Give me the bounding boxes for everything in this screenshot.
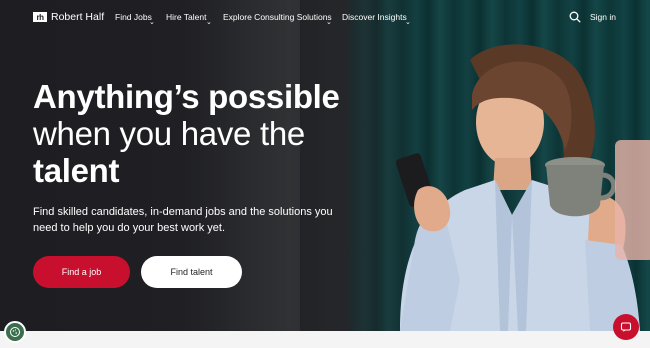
hero-title-line1: Anything’s possible xyxy=(33,78,340,115)
logo-text: Robert Half xyxy=(51,11,105,23)
hero-photo-woman xyxy=(395,44,650,331)
nav-find-jobs[interactable]: Find Jobs xyxy=(115,12,152,22)
chevron-down-icon[interactable]: ⌄ xyxy=(405,18,411,26)
chevron-down-icon[interactable]: ⌄ xyxy=(149,18,155,26)
nav-discover-insights[interactable]: Discover Insights xyxy=(342,12,407,22)
top-navigation: rh Robert Half Find Jobs ⌄ Hire Talent ⌄… xyxy=(0,0,650,34)
brand-logo[interactable]: rh Robert Half xyxy=(33,11,104,23)
nav-explore-consulting[interactable]: Explore Consulting Solutions xyxy=(223,12,332,22)
search-icon[interactable] xyxy=(569,11,581,23)
hero-subtitle: Find skilled candidates, in-demand jobs … xyxy=(33,206,333,234)
nav-hire-talent[interactable]: Hire Talent xyxy=(166,12,206,22)
chevron-down-icon[interactable]: ⌄ xyxy=(326,18,332,26)
page-bottom-strip xyxy=(0,331,650,348)
find-a-job-button[interactable]: Find a job xyxy=(33,256,130,288)
cookie-icon[interactable] xyxy=(4,321,26,343)
hero-title-line2: when you have the xyxy=(33,115,305,152)
hero-title: Anything’s possible when you have the ta… xyxy=(33,78,373,189)
find-talent-button[interactable]: Find talent xyxy=(141,256,242,288)
chat-icon[interactable] xyxy=(613,314,639,340)
sign-in-link[interactable]: Sign in xyxy=(590,12,616,22)
logo-mark: rh xyxy=(33,12,47,22)
hero-title-line3: talent xyxy=(33,152,120,189)
chevron-down-icon[interactable]: ⌄ xyxy=(206,18,212,26)
